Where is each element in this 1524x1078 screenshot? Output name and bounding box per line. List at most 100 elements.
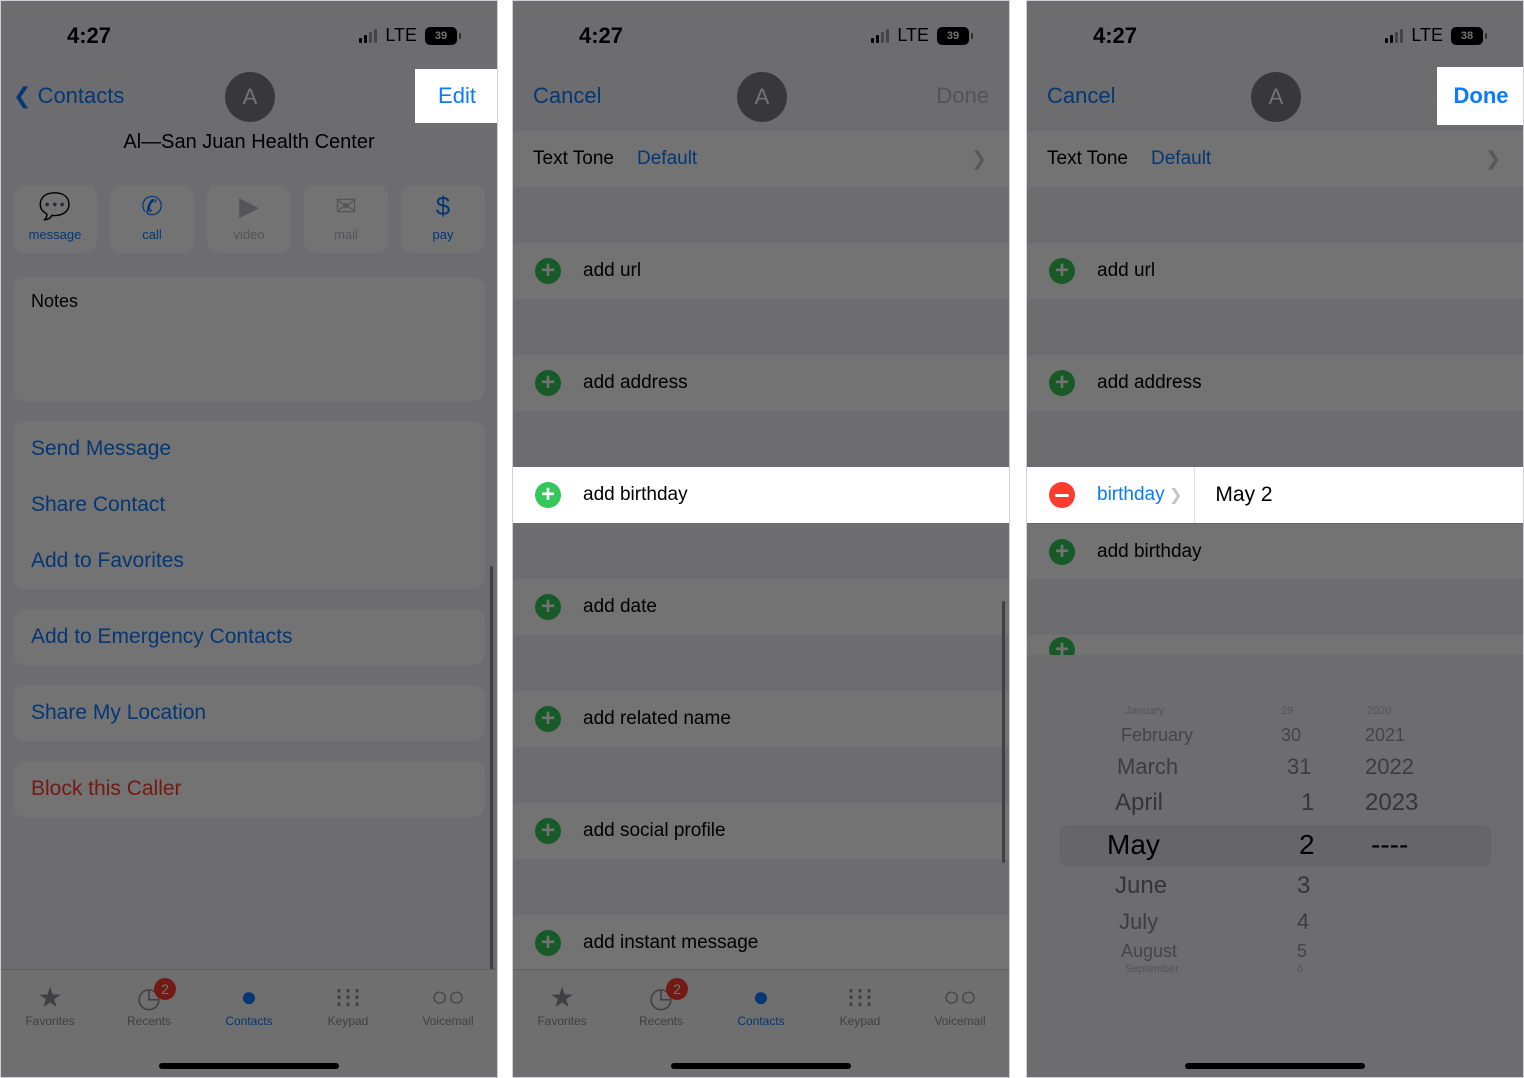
picker-day: 31 [1287,754,1312,779]
add-social-profile-label: add social profile [583,820,726,841]
add-date-row[interactable]: + add date [513,579,1009,635]
star-icon: ★ [37,981,63,1013]
edit-contact-screen: 4:27 LTE 39 Cancel A Done Text Tone Defa… [512,0,1010,1078]
emergency-card: Add to Emergency Contacts [13,609,485,665]
add-icon: + [535,370,561,396]
signal-icon [1385,28,1404,43]
picker-month: July [1119,909,1159,934]
contact-actions-list: Send Message Share Contact Add to Favori… [13,421,485,589]
add-url-label: add url [1097,260,1156,281]
add-birthday-row[interactable]: + add birthday [1027,523,1523,579]
add-instant-message-row[interactable]: + add instant message [513,915,1009,971]
text-tone-row[interactable]: Text Tone Default ❯ [513,131,1009,187]
signal-icon [359,28,378,43]
date-picker[interactable]: January 29 2020 February 30 2021 March 31 2022… [1027,655,1523,1077]
picker-day: 5 [1297,941,1308,961]
tab-recents-label: Recents [126,1014,172,1028]
add-address-row[interactable]: + add address [1027,355,1523,411]
birthday-row[interactable]: birthday ❯ May 2 [1027,467,1523,523]
add-url-row[interactable]: + add url [513,243,1009,299]
cancel-button[interactable]: Cancel [533,83,601,109]
recents-badge: 2 [666,978,688,1000]
mail-action-label: mail [334,227,358,242]
add-icon: + [1049,258,1075,284]
star-icon: ★ [549,981,575,1013]
video-icon: ▶ [239,190,259,221]
tab-keypad[interactable]: ⁝⁝⁝ Keypad [303,980,393,1029]
tab-favorites[interactable]: ★ Favorites [5,980,95,1029]
status-time: 4:27 [1093,23,1138,48]
contact-name: Al—San Juan Health Center [123,131,375,153]
tab-contacts[interactable]: ● Contacts [716,980,806,1028]
back-button[interactable]: ❮ Contacts [13,83,124,109]
back-label: Contacts [37,83,125,108]
done-button[interactable]: Done [1437,67,1523,125]
delete-icon[interactable] [1049,482,1075,508]
tab-recents-label: Recents [638,1014,684,1028]
block-caller-link[interactable]: Block this Caller [31,777,182,801]
edit-button[interactable]: Edit [415,69,497,123]
picker-month: January [1125,705,1165,717]
add-related-name-row[interactable]: + add related name [513,691,1009,747]
picker-day: 4 [1297,909,1310,934]
tab-voicemail[interactable]: ○○ Voicemail [403,980,493,1028]
block-card: Block this Caller [13,761,485,817]
network-label: LTE [385,25,417,45]
tab-recents[interactable]: ◷ Recents 2 [104,978,194,1028]
add-url-row[interactable]: + add url [1027,243,1523,299]
message-action-button[interactable]: 💬 message [13,185,97,253]
picker-month: March [1117,754,1179,779]
tab-recents[interactable]: ◷ Recents 2 [616,978,706,1028]
video-action-button[interactable]: ▶ video [207,185,291,253]
picker-day: 30 [1281,725,1302,745]
pay-action-button[interactable]: $ pay [401,185,485,253]
add-birthday-row[interactable]: + add birthday [513,467,1009,523]
picker-row: September 6 [1027,963,1523,993]
message-icon: 💬 [38,190,72,221]
clock-icon: ◷ [648,981,674,1013]
network-label: LTE [897,25,929,45]
phone-icon: ✆ [141,190,163,221]
text-tone-row[interactable]: Text Tone Default ❯ [1027,131,1523,187]
add-emergency-contacts-link[interactable]: Add to Emergency Contacts [31,625,292,649]
scrollbar[interactable] [490,566,493,971]
picker-row: July 4 [1027,909,1523,939]
tab-keypad[interactable]: ⁝⁝⁝ Keypad [815,980,905,1029]
home-indicator [159,1063,339,1069]
tab-favorites[interactable]: ★ Favorites [517,980,607,1029]
add-icon: + [1049,370,1075,396]
done-button[interactable]: Done [936,83,989,109]
location-card: Share My Location [13,685,485,741]
picker-day: 3 [1297,872,1311,899]
add-icon: + [1049,538,1075,565]
chevron-right-icon: ❯ [1485,148,1501,170]
picker-month: August [1121,941,1178,961]
picker-row: March 31 2022 [1027,754,1523,784]
tab-contacts-label: Contacts [225,1014,273,1028]
birthday-value[interactable]: May 2 [1215,483,1272,507]
notes-field[interactable]: Notes [13,277,485,401]
picker-year: 2021 [1365,725,1406,745]
add-instant-message-label: add instant message [583,932,759,953]
add-to-favorites-link[interactable]: Add to Favorites [31,549,184,573]
cancel-button[interactable]: Cancel [1047,83,1115,109]
share-contact-link[interactable]: Share Contact [31,493,165,517]
call-action-button[interactable]: ✆ call [110,185,194,253]
tab-voicemail[interactable]: ○○ Voicemail [915,980,1005,1028]
birthday-label[interactable]: birthday [1097,484,1169,506]
add-address-row[interactable]: + add address [513,355,1009,411]
scrollbar[interactable] [1002,601,1005,863]
picker-day: 2 [1299,829,1315,860]
add-related-name-label: add related name [583,708,731,729]
share-location-link[interactable]: Share My Location [31,701,206,725]
text-tone-label: Text Tone [1047,148,1128,169]
picker-year: ---- [1371,829,1409,860]
picker-row: April 1 2023 [1027,789,1523,819]
add-social-profile-row[interactable]: + add social profile [513,803,1009,859]
mail-action-button[interactable]: ✉ mail [304,185,388,253]
tab-keypad-label: Keypad [839,1014,881,1028]
send-message-link[interactable]: Send Message [31,437,171,461]
tab-keypad-label: Keypad [327,1014,369,1028]
chevron-right-icon: ❯ [971,148,987,170]
tab-contacts[interactable]: ● Contacts [204,980,294,1028]
